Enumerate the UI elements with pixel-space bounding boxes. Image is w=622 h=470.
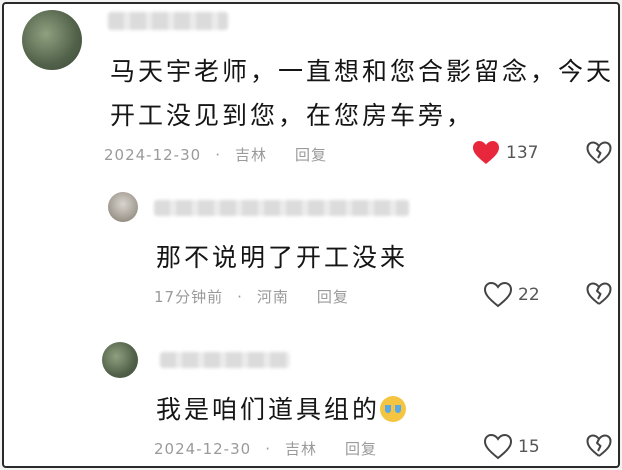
comment-date: 2024-12-30 (154, 440, 252, 458)
heart-filled-icon (472, 140, 500, 166)
comment-location: 吉林 (234, 146, 267, 164)
comment-meta: 2024-12-30 · 吉林 回复 (154, 440, 377, 458)
avatar[interactable] (108, 192, 138, 222)
comment-text-line1: 那不说明了开工没来 (156, 243, 409, 272)
broken-heart-icon (586, 141, 612, 164)
comment-date: 17分钟前 (154, 288, 224, 306)
broken-heart-icon (586, 282, 612, 305)
comment-meta: 2024-12-30 · 吉林 回复 (104, 146, 327, 164)
like-button[interactable]: 137 (472, 140, 538, 166)
username-blurred[interactable] (160, 352, 290, 368)
username-blurred[interactable] (154, 200, 409, 216)
comment-date: 2024-12-30 (104, 146, 202, 164)
avatar[interactable] (102, 342, 138, 378)
like-button[interactable]: 15 (484, 434, 540, 460)
broken-heart-icon (586, 434, 612, 457)
crying-face-emoji-icon (380, 396, 407, 422)
like-count: 22 (518, 285, 540, 305)
username-blurred[interactable] (108, 12, 228, 30)
reply-button[interactable]: 回复 (295, 146, 327, 164)
heart-outline-icon (484, 282, 512, 308)
dislike-button[interactable] (586, 434, 612, 458)
heart-outline-icon (484, 434, 512, 460)
like-count: 15 (518, 437, 540, 457)
comment-text-line2: 开工没见到您，在您房车旁， (110, 101, 475, 130)
reply-button[interactable]: 回复 (317, 288, 349, 306)
comment-text-line1: 马天宇老师，一直想和您合影留念，今天 (110, 57, 615, 86)
like-count: 137 (506, 143, 539, 163)
comment-text-line1: 我是咱们道具组的 (156, 390, 407, 426)
avatar[interactable] (22, 10, 82, 70)
comment-thread: 马天宇老师，一直想和您合影留念，今天 开工没见到您，在您房车旁， 2024-12… (2, 2, 620, 468)
comment-location: 河南 (256, 288, 289, 306)
comment-location: 吉林 (284, 440, 317, 458)
dislike-button[interactable] (586, 141, 612, 165)
comment-meta: 17分钟前 · 河南 回复 (154, 288, 349, 306)
like-button[interactable]: 22 (484, 282, 540, 308)
reply-button[interactable]: 回复 (345, 440, 377, 458)
dislike-button[interactable] (586, 282, 612, 306)
